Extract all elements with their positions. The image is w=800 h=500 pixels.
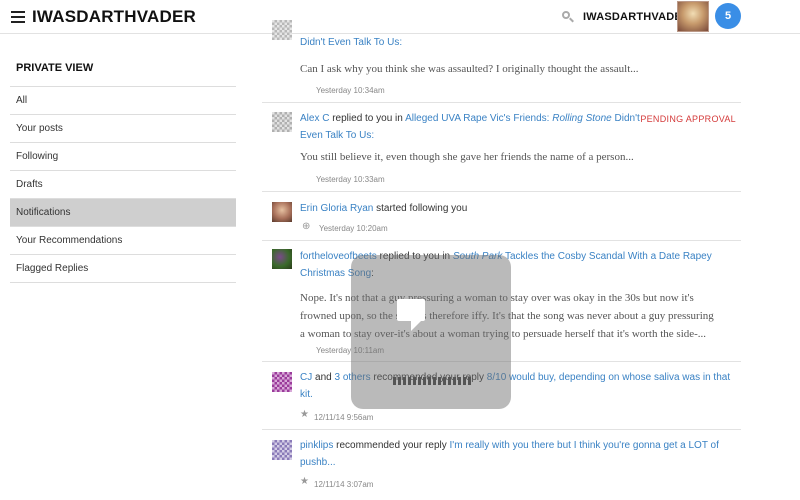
user-link[interactable]: CJ <box>300 372 312 383</box>
timestamp: Yesterday 10:34am <box>316 86 385 95</box>
user-avatar[interactable] <box>272 249 292 269</box>
notification-item: Alex C replied to you in Alleged UVA Rap… <box>262 103 741 192</box>
comment-bubble-icon <box>397 299 425 321</box>
user-avatar-pixelated[interactable] <box>272 440 292 460</box>
sidebar-item-flagged-replies[interactable]: Flagged Replies <box>10 255 236 283</box>
sidebar-item-your-recommendations[interactable]: Your Recommendations <box>10 227 236 255</box>
article-link[interactable]: Didn't Even Talk To Us: <box>300 37 402 48</box>
sidebar-item-notifications[interactable]: Notifications <box>10 199 236 227</box>
user-avatar-pixelated[interactable] <box>272 20 292 40</box>
sidebar-item-all[interactable]: All <box>10 87 236 115</box>
loading-progress-bar <box>393 377 471 385</box>
timestamp: Yesterday 10:20am <box>319 224 388 233</box>
notification-text: Erin Gloria Ryan started following you <box>300 203 468 214</box>
notification-text: pinklips recommended your reply I'm real… <box>300 440 719 468</box>
comment-bubble-tail <box>411 321 421 331</box>
sidebar-item-drafts[interactable]: Drafts <box>10 171 236 199</box>
star-icon: ★ <box>300 476 309 487</box>
timestamp: 12/11/14 9:56am <box>314 413 374 422</box>
user-link[interactable]: Alex C <box>300 113 329 124</box>
user-avatar[interactable] <box>272 202 292 222</box>
notification-item: pinklips recommended your reply I'm real… <box>262 430 741 500</box>
loading-overlay <box>351 255 511 409</box>
reply-excerpt[interactable]: Can I ask why you think she was assaulte… <box>300 60 740 78</box>
notification-item: Erin Gloria Ryan started following you ⊕… <box>262 192 741 241</box>
user-link[interactable]: pinklips <box>300 440 333 451</box>
star-icon: ★ <box>300 409 309 420</box>
pending-approval-status: PENDING APPROVAL <box>640 114 736 124</box>
user-avatar-pixelated[interactable] <box>272 372 292 392</box>
follow-plus-icon: ⊕ <box>302 221 311 232</box>
sidebar: PRIVATE VIEW All Your posts Following Dr… <box>10 60 236 283</box>
sidebar-item-your-posts[interactable]: Your posts <box>10 115 236 143</box>
user-avatar-pixelated[interactable] <box>272 112 292 132</box>
brand-title[interactable]: IWASDARTHVADER <box>32 7 196 27</box>
timestamp: 12/11/14 3:07am <box>314 480 374 489</box>
notification-item: Didn't Even Talk To Us: Can I ask why yo… <box>262 20 741 103</box>
hamburger-menu-icon[interactable] <box>11 11 25 23</box>
user-link[interactable]: Erin Gloria Ryan <box>300 203 373 214</box>
timestamp: Yesterday 10:33am <box>316 175 385 184</box>
reply-excerpt[interactable]: You still believe it, even though she ga… <box>300 148 740 166</box>
sidebar-title: PRIVATE VIEW <box>10 60 236 87</box>
notification-text: Didn't Even Talk To Us: <box>300 34 740 51</box>
sidebar-item-following[interactable]: Following <box>10 143 236 171</box>
